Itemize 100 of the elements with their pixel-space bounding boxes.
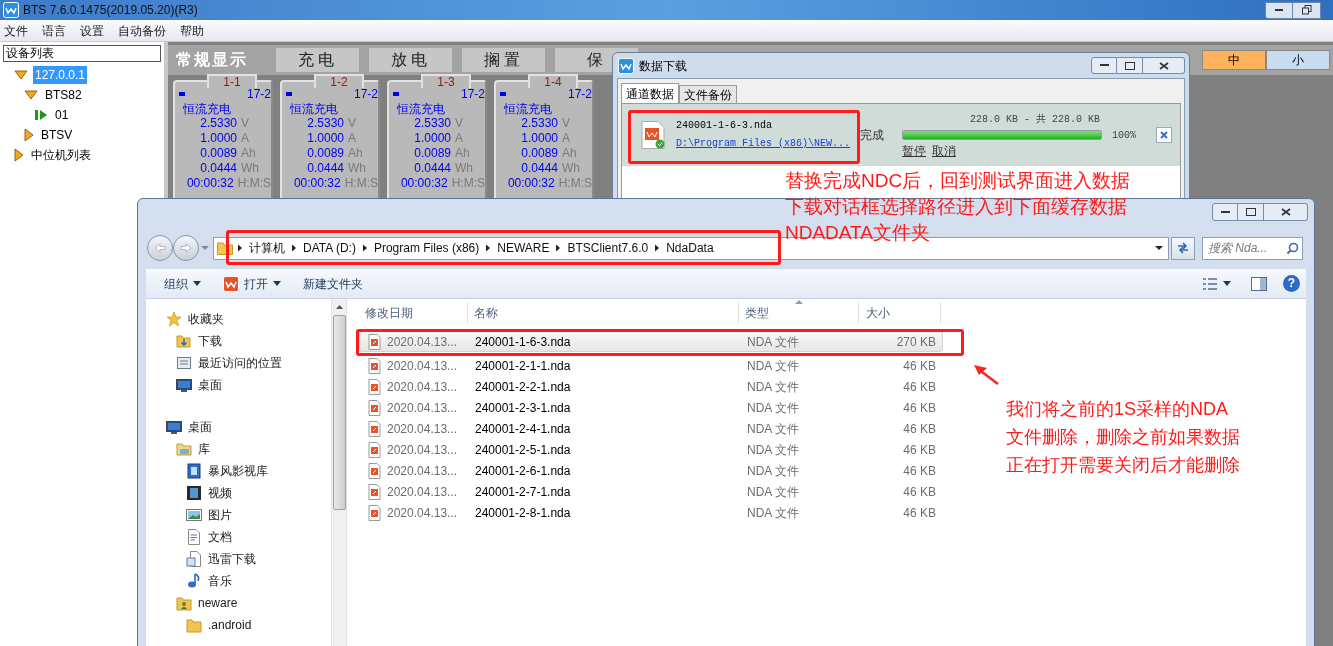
nav-item[interactable]: 图片 [208, 506, 232, 524]
breadcrumb-item[interactable]: NdaData [664, 239, 716, 257]
reading-value: 2.5330 [199, 116, 237, 131]
nav-item[interactable]: 收藏夹 [188, 310, 224, 328]
file-row[interactable]: 2020.04.13... 240001-2-7-1.nda NDA 文件 46 KB [359, 481, 943, 502]
search-field[interactable]: 搜索 Nda... [1202, 236, 1303, 260]
file-row[interactable]: 2020.04.13... 240001-2-3-1.nda NDA 文件 46 KB [359, 397, 943, 418]
nav-item[interactable]: 下载 [198, 332, 222, 350]
back-button[interactable] [147, 235, 173, 261]
menu-item[interactable]: 帮助 [180, 21, 204, 40]
minimize-button[interactable] [1265, 1, 1293, 19]
name-cell-text: 240001-2-7-1.nda [474, 483, 572, 501]
expanded-arrow-icon[interactable] [14, 70, 28, 80]
menu-item[interactable]: 语言 [42, 21, 66, 40]
reading-unit: Wh [241, 161, 259, 176]
scrollbar[interactable] [331, 299, 346, 646]
breadcrumb-item[interactable]: Program Files (x86) [371, 239, 482, 257]
nav-item[interactable]: .android [208, 616, 252, 634]
nav-item[interactable]: 桌面 [188, 418, 212, 436]
toolbar-button[interactable]: 打开 [215, 271, 289, 296]
nav-item[interactable]: 文档 [208, 528, 232, 546]
maximize-button[interactable] [1238, 203, 1264, 221]
reading-unit: A [455, 131, 463, 146]
remove-button[interactable] [1156, 127, 1172, 143]
tree-item[interactable]: BTSV [39, 126, 75, 144]
nav-item[interactable]: 音乐 [208, 572, 232, 590]
annotation-text: 替换完成NDC后，回到测试界面进入数据 [785, 169, 1131, 193]
nav-item[interactable]: 视频 [208, 484, 232, 502]
nav-item[interactable]: 桌面 [198, 376, 222, 394]
file-path-link[interactable]: D:\Program Files (x86)\NEW... [676, 137, 852, 151]
column-header[interactable]: 修改日期 [359, 302, 468, 324]
size-cell-text: 46 KB [902, 504, 937, 522]
minimize-button[interactable] [1091, 57, 1117, 74]
reading-value: 2.5330 [520, 116, 558, 131]
refresh-button[interactable] [1171, 236, 1195, 260]
reading-value: 00:00:32 [399, 176, 448, 191]
dialog-title: 数据下载 [639, 57, 687, 75]
close-button[interactable] [1264, 203, 1308, 221]
forward-button[interactable] [173, 235, 199, 261]
help-button[interactable]: ? [1283, 275, 1300, 292]
picture-icon [186, 507, 202, 523]
close-button[interactable] [1143, 57, 1185, 74]
nav-item[interactable]: 暴风影视库 [208, 462, 268, 480]
view-tab[interactable]: 搁置 [462, 48, 545, 72]
size-cell-text: 46 KB [902, 420, 937, 438]
nav-item[interactable]: 库 [198, 440, 210, 458]
collapsed-arrow-icon[interactable] [14, 148, 24, 162]
file-row[interactable]: 2020.04.13... 240001-2-2-1.nda NDA 文件 46 KB [359, 376, 943, 397]
scroll-up-icon[interactable] [335, 305, 343, 309]
maximize-button[interactable] [1117, 57, 1143, 74]
mode-label: 恒流充电 [396, 102, 446, 116]
dropdown-caret-icon[interactable] [1154, 245, 1164, 251]
view-tab[interactable]: 充电 [276, 48, 359, 72]
reading-value: 00:00:32 [506, 176, 555, 191]
toolbar-button[interactable]: 新建文件夹 [295, 271, 371, 296]
column-header[interactable]: 类型 [739, 302, 859, 324]
breadcrumb-item[interactable]: 计算机 [247, 239, 287, 257]
channel-id: 1-4 [544, 76, 562, 88]
file-row[interactable]: 2020.04.13... 240001-2-8-1.nda NDA 文件 46 KB [359, 502, 943, 523]
dialog-tab[interactable]: 文件备份 [679, 85, 737, 103]
nav-item[interactable]: 迅雷下载 [208, 550, 256, 568]
type-cell-text: NDA 文件 [746, 378, 800, 396]
breadcrumb-item[interactable]: DATA (D:) [301, 239, 358, 257]
tree-item[interactable]: 中位机列表 [29, 146, 93, 164]
scroll-thumb[interactable] [332, 315, 346, 510]
type-cell-text: NDA 文件 [746, 420, 800, 438]
size-button[interactable]: 小 [1266, 50, 1330, 70]
toolbar-button[interactable]: 组织 [156, 271, 209, 296]
app-icon [618, 57, 634, 74]
menu-item[interactable]: 设置 [80, 21, 104, 40]
file-row[interactable]: 2020.04.13... 240001-2-4-1.nda NDA 文件 46 KB [359, 418, 943, 439]
action-link[interactable]: 取消 [932, 143, 956, 158]
collapsed-arrow-icon[interactable] [24, 128, 34, 142]
file-row[interactable]: 2020.04.13... 240001-2-5-1.nda NDA 文件 46 KB [359, 439, 943, 460]
nav-item[interactable]: neware [198, 594, 238, 612]
view-tab[interactable]: 放电 [369, 48, 452, 72]
dialog-tab[interactable]: 通道数据 [621, 83, 679, 103]
name-cell-text: 240001-2-4-1.nda [474, 420, 572, 438]
breadcrumb-item[interactable]: NEWARE [495, 239, 552, 257]
expanded-arrow-icon[interactable] [24, 90, 38, 100]
tree-item[interactable]: BTS82 [43, 86, 84, 104]
size-button[interactable]: 中 [1202, 50, 1266, 70]
menu-item[interactable]: 文件 [4, 21, 28, 40]
name-cell-text: 240001-2-2-1.nda [474, 378, 572, 396]
preview-pane-icon [1251, 276, 1267, 291]
reading-value: 1.0000 [199, 131, 237, 146]
restore-button[interactable] [1293, 1, 1321, 19]
column-header[interactable]: 大小 [859, 302, 941, 324]
action-link[interactable]: 暂停 [902, 143, 926, 158]
tree-item[interactable]: 01 [53, 106, 71, 124]
file-row[interactable]: 2020.04.13... 240001-1-6-3.nda NDA 文件 270 KB [359, 331, 943, 352]
file-row[interactable]: 2020.04.13... 240001-2-6-1.nda NDA 文件 46 KB [359, 460, 943, 481]
nav-item[interactable]: 最近访问的位置 [198, 354, 282, 372]
column-header[interactable]: 名称 [468, 302, 739, 324]
file-row[interactable]: 2020.04.13... 240001-2-1-1.nda NDA 文件 46 KB [359, 355, 943, 376]
minimize-button[interactable] [1212, 203, 1238, 221]
nda-file-icon [368, 441, 381, 458]
breadcrumb-item[interactable]: BTSClient7.6.0 [565, 239, 651, 257]
menu-item[interactable]: 自动备份 [118, 21, 166, 40]
reading-unit: Ah [562, 146, 577, 161]
